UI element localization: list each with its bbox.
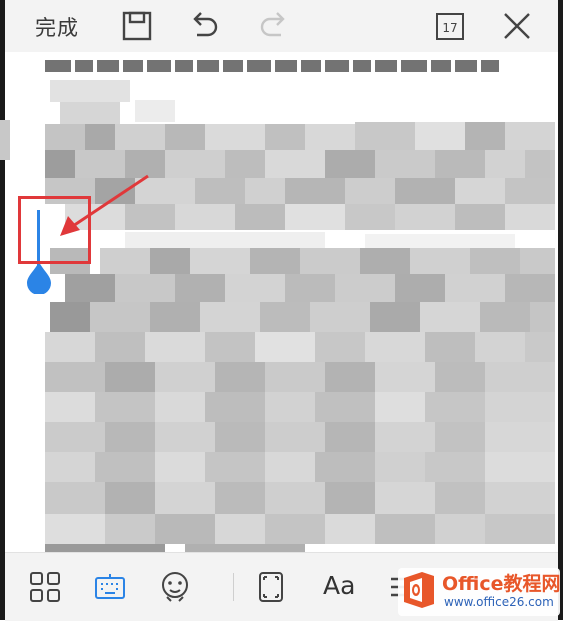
right-edge bbox=[558, 0, 563, 620]
top-toolbar: 完成 17 bbox=[5, 0, 558, 52]
left-gray-marker bbox=[0, 120, 10, 160]
grid-icon[interactable] bbox=[27, 569, 63, 605]
watermark-url: www.office26.com bbox=[444, 595, 554, 609]
highlight-box bbox=[18, 196, 91, 264]
cursor-handle-icon[interactable] bbox=[27, 262, 51, 295]
watermark-title: Office教程网 bbox=[442, 573, 561, 595]
frame-icon[interactable] bbox=[253, 569, 289, 605]
pixelated-text-area bbox=[5, 52, 558, 552]
redo-icon[interactable] bbox=[257, 9, 291, 43]
calendar-day-number: 17 bbox=[442, 21, 457, 35]
toolbar-divider bbox=[233, 573, 234, 601]
keyboard-icon[interactable] bbox=[92, 569, 128, 605]
undo-icon[interactable] bbox=[187, 9, 221, 43]
emoji-icon[interactable] bbox=[157, 569, 193, 605]
save-icon[interactable] bbox=[120, 9, 154, 43]
done-button[interactable]: 完成 bbox=[35, 12, 79, 42]
font-label: Aa bbox=[323, 571, 356, 600]
document-body[interactable] bbox=[5, 52, 558, 552]
calendar-icon[interactable]: 17 bbox=[433, 9, 467, 43]
close-icon[interactable] bbox=[500, 9, 534, 43]
office-logo-icon bbox=[404, 572, 434, 608]
font-icon[interactable]: Aa bbox=[323, 571, 355, 600]
watermark: Office教程网 www.office26.com bbox=[398, 568, 561, 616]
